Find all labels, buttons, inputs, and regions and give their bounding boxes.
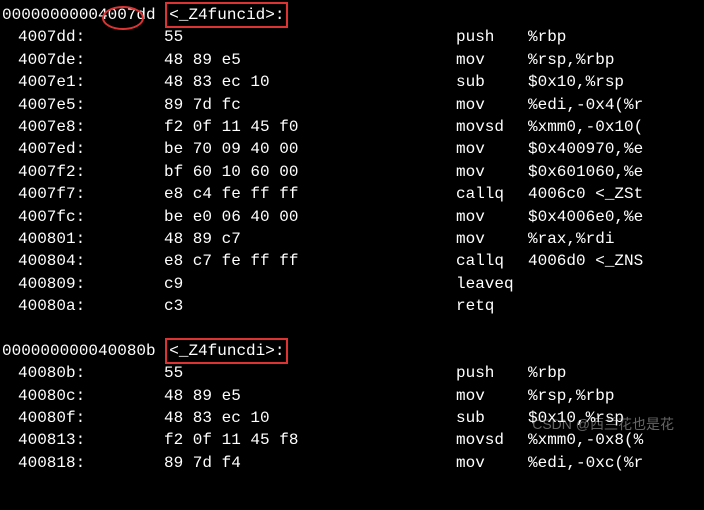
operands: 4006d0 <_ZNS — [528, 250, 704, 272]
full-address-prefix: 000000000 — [0, 4, 88, 26]
address: 4007de: — [0, 49, 108, 71]
address: 40080f: — [0, 407, 108, 429]
hex-bytes: 89 7d fc — [108, 94, 456, 116]
asm-row: 4007e5:89 7d fcmov%edi,-0x4(%r — [0, 94, 704, 116]
mnemonic: movsd — [456, 429, 528, 451]
full-address-2: 000000000040080b — [0, 340, 156, 362]
asm-row: 4007f2:bf 60 10 60 00mov$0x601060,%e — [0, 161, 704, 183]
asm-row: 400813:f2 0f 11 45 f8movsd%xmm0,-0x8(% — [0, 429, 704, 451]
address: 4007dd: — [0, 26, 108, 48]
mnemonic: mov — [456, 138, 528, 160]
address: 4007ed: — [0, 138, 108, 160]
hex-bytes: 55 — [108, 26, 456, 48]
operands: $0x10,%rsp — [528, 407, 704, 429]
hex-bytes: bf 60 10 60 00 — [108, 161, 456, 183]
operands: %edi,-0xc(%r — [528, 452, 704, 474]
hex-bytes: 48 89 e5 — [108, 385, 456, 407]
asm-row: 4007dd:55push%rbp — [0, 26, 704, 48]
operands: $0x4006e0,%e — [528, 206, 704, 228]
mnemonic: mov — [456, 49, 528, 71]
hex-bytes: c9 — [108, 273, 456, 295]
operands: %rbp — [528, 362, 704, 384]
asm-row: 400801:48 89 c7mov%rax,%rdi — [0, 228, 704, 250]
address: 4007f2: — [0, 161, 108, 183]
symbol-label-box-1: <_Z4funcid>: — [165, 2, 288, 28]
asm-row: 40080f:48 83 ec 10sub$0x10,%rsp — [0, 407, 704, 429]
address: 4007e8: — [0, 116, 108, 138]
asm-row: 4007de:48 89 e5mov%rsp,%rbp — [0, 49, 704, 71]
hex-bytes: 89 7d f4 — [108, 452, 456, 474]
hex-bytes: 48 89 c7 — [108, 228, 456, 250]
operands: %rbp — [528, 26, 704, 48]
address: 400818: — [0, 452, 108, 474]
address: 400809: — [0, 273, 108, 295]
mnemonic: mov — [456, 94, 528, 116]
address: 4007e5: — [0, 94, 108, 116]
address: 40080c: — [0, 385, 108, 407]
hex-bytes: be e0 06 40 00 — [108, 206, 456, 228]
asm-row: 40080c:48 89 e5mov%rsp,%rbp — [0, 385, 704, 407]
hex-bytes: f2 0f 11 45 f8 — [108, 429, 456, 451]
mnemonic: mov — [456, 228, 528, 250]
hex-bytes: c3 — [108, 295, 456, 317]
operands: $0x10,%rsp — [528, 71, 704, 93]
hex-bytes: 48 83 ec 10 — [108, 407, 456, 429]
mnemonic: retq — [456, 295, 528, 317]
function-header-2: 000000000040080b <_Z4funcdi>: — [0, 340, 704, 362]
mnemonic: callq — [456, 183, 528, 205]
hex-bytes: 55 — [108, 362, 456, 384]
asm-row: 400804:e8 c7 fe ff ffcallq4006d0 <_ZNS — [0, 250, 704, 272]
full-address-highlight: 04007dd — [88, 4, 155, 26]
disassembly-view: 00000000004007dd <_Z4funcid>: 4007dd:55p… — [0, 4, 704, 474]
address: 4007f7: — [0, 183, 108, 205]
operands: %xmm0,-0x8(% — [528, 429, 704, 451]
mnemonic: push — [456, 362, 528, 384]
address: 400804: — [0, 250, 108, 272]
hex-bytes: e8 c7 fe ff ff — [108, 250, 456, 272]
operands: 4006c0 <_ZSt — [528, 183, 704, 205]
asm-row: 4007e1:48 83 ec 10sub$0x10,%rsp — [0, 71, 704, 93]
mnemonic: mov — [456, 161, 528, 183]
operands: $0x400970,%e — [528, 138, 704, 160]
symbol-label-box-2: <_Z4funcdi>: — [165, 338, 288, 364]
mnemonic: callq — [456, 250, 528, 272]
operands: $0x601060,%e — [528, 161, 704, 183]
hex-bytes: be 70 09 40 00 — [108, 138, 456, 160]
hex-bytes: e8 c4 fe ff ff — [108, 183, 456, 205]
asm-row: 40080b:55push%rbp — [0, 362, 704, 384]
address: 40080b: — [0, 362, 108, 384]
mnemonic: mov — [456, 452, 528, 474]
hex-bytes: 48 83 ec 10 — [108, 71, 456, 93]
function-header-1: 00000000004007dd <_Z4funcid>: — [0, 4, 704, 26]
operands: %rax,%rdi — [528, 228, 704, 250]
address: 4007e1: — [0, 71, 108, 93]
mnemonic: push — [456, 26, 528, 48]
address: 400801: — [0, 228, 108, 250]
mnemonic: movsd — [456, 116, 528, 138]
address: 4007fc: — [0, 206, 108, 228]
hex-bytes: f2 0f 11 45 f0 — [108, 116, 456, 138]
address: 40080a: — [0, 295, 108, 317]
asm-row: 4007ed:be 70 09 40 00mov$0x400970,%e — [0, 138, 704, 160]
asm-row: 4007fc:be e0 06 40 00mov$0x4006e0,%e — [0, 206, 704, 228]
mnemonic: leaveq — [456, 273, 528, 295]
operands: %edi,-0x4(%r — [528, 94, 704, 116]
operands: %xmm0,-0x10( — [528, 116, 704, 138]
mnemonic: sub — [456, 407, 528, 429]
mnemonic: mov — [456, 385, 528, 407]
operands: %rsp,%rbp — [528, 49, 704, 71]
address: 400813: — [0, 429, 108, 451]
asm-row: 4007f7:e8 c4 fe ff ffcallq4006c0 <_ZSt — [0, 183, 704, 205]
asm-row: 40080a:c3retq — [0, 295, 704, 317]
asm-row: 400818:89 7d f4mov%edi,-0xc(%r — [0, 452, 704, 474]
mnemonic: sub — [456, 71, 528, 93]
asm-row: 400809:c9leaveq — [0, 273, 704, 295]
operands: %rsp,%rbp — [528, 385, 704, 407]
blank-line — [0, 317, 704, 339]
hex-bytes: 48 89 e5 — [108, 49, 456, 71]
mnemonic: mov — [456, 206, 528, 228]
asm-row: 4007e8:f2 0f 11 45 f0movsd%xmm0,-0x10( — [0, 116, 704, 138]
